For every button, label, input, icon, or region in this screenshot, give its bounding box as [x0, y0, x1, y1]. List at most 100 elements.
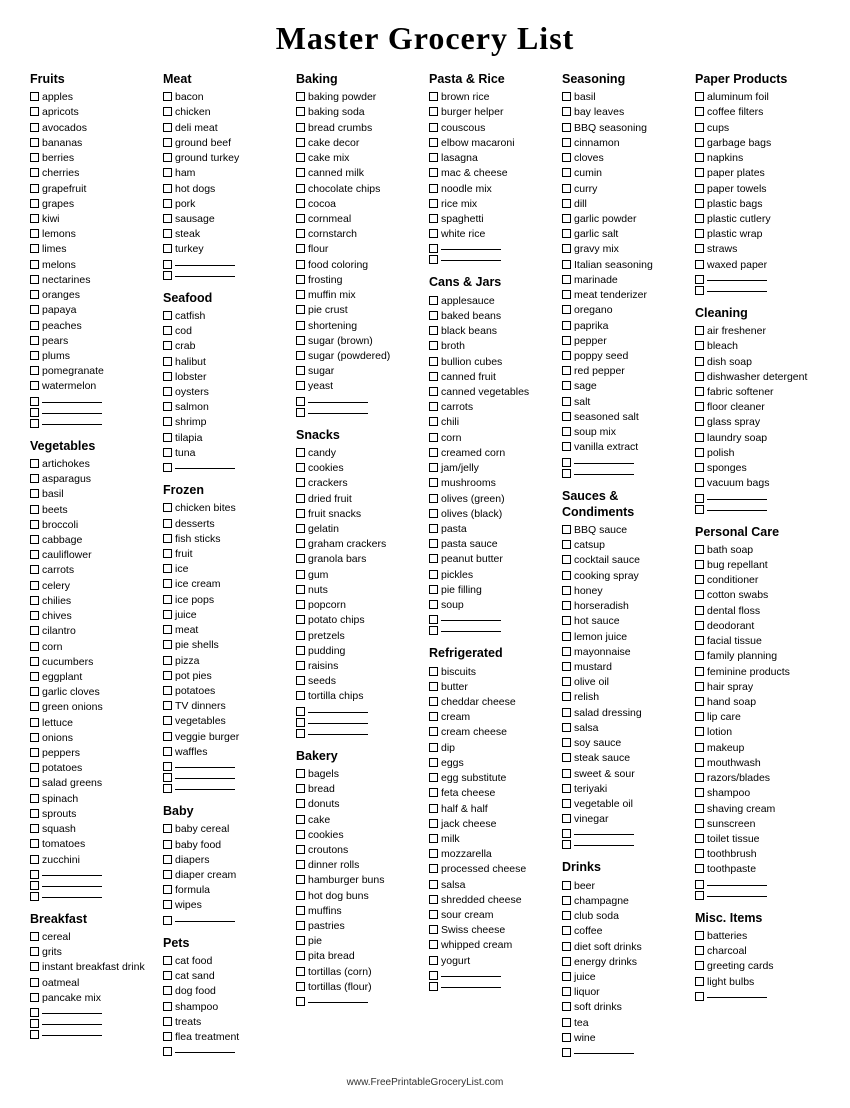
checkbox[interactable] — [30, 489, 39, 498]
list-item[interactable]: baked beans — [429, 309, 554, 324]
checkbox[interactable] — [296, 509, 305, 518]
list-item[interactable]: garlic powder — [562, 212, 687, 227]
checkbox[interactable] — [30, 138, 39, 147]
list-item[interactable]: plastic cutlery — [695, 212, 820, 227]
list-item[interactable]: pork — [163, 197, 288, 212]
checkbox[interactable] — [562, 199, 571, 208]
checkbox[interactable] — [562, 987, 571, 996]
checkbox[interactable] — [163, 107, 172, 116]
checkbox[interactable] — [30, 657, 39, 666]
list-item[interactable]: air freshener — [695, 324, 820, 339]
checkbox[interactable] — [296, 321, 305, 330]
checkbox[interactable] — [562, 677, 571, 686]
checkbox[interactable] — [562, 397, 571, 406]
list-item[interactable]: yeast — [296, 379, 421, 394]
checkbox[interactable] — [163, 153, 172, 162]
list-item[interactable]: burger helper — [429, 105, 554, 120]
list-item[interactable]: broth — [429, 339, 554, 354]
list-item[interactable]: cabbage — [30, 533, 155, 548]
checkbox[interactable] — [163, 244, 172, 253]
list-item[interactable]: elbow macaroni — [429, 136, 554, 151]
blank-checkbox[interactable] — [695, 992, 704, 1001]
list-item[interactable]: ground beef — [163, 136, 288, 151]
list-item[interactable]: hot dog buns — [296, 889, 421, 904]
list-item[interactable]: wipes — [163, 898, 288, 913]
list-item[interactable]: pudding — [296, 644, 421, 659]
checkbox[interactable] — [429, 712, 438, 721]
checkbox[interactable] — [695, 448, 704, 457]
list-item[interactable]: sprouts — [30, 807, 155, 822]
checkbox[interactable] — [429, 311, 438, 320]
list-item[interactable]: batteries — [695, 929, 820, 944]
checkbox[interactable] — [562, 814, 571, 823]
blank-checkbox[interactable] — [562, 458, 571, 467]
checkbox[interactable] — [296, 860, 305, 869]
blank-checkbox[interactable] — [296, 729, 305, 738]
checkbox[interactable] — [30, 366, 39, 375]
list-item[interactable]: mozzarella — [429, 847, 554, 862]
list-item[interactable]: cilantro — [30, 624, 155, 639]
list-item[interactable]: paper towels — [695, 182, 820, 197]
list-item[interactable]: oranges — [30, 288, 155, 303]
checkbox[interactable] — [429, 372, 438, 381]
blank-checkbox[interactable] — [695, 880, 704, 889]
checkbox[interactable] — [30, 459, 39, 468]
checkbox[interactable] — [296, 891, 305, 900]
list-item[interactable]: celery — [30, 579, 155, 594]
list-item[interactable]: feta cheese — [429, 786, 554, 801]
checkbox[interactable] — [163, 716, 172, 725]
list-item[interactable]: kiwi — [30, 212, 155, 227]
list-item[interactable]: cooking spray — [562, 569, 687, 584]
checkbox[interactable] — [30, 260, 39, 269]
checkbox[interactable] — [429, 229, 438, 238]
checkbox[interactable] — [30, 107, 39, 116]
list-item[interactable]: chocolate chips — [296, 182, 421, 197]
checkbox[interactable] — [429, 357, 438, 366]
blank-checkbox[interactable] — [296, 707, 305, 716]
checkbox[interactable] — [296, 600, 305, 609]
checkbox[interactable] — [30, 978, 39, 987]
list-item[interactable]: desserts — [163, 517, 288, 532]
checkbox[interactable] — [296, 92, 305, 101]
list-item[interactable]: mayonnaise — [562, 645, 687, 660]
checkbox[interactable] — [30, 794, 39, 803]
checkbox[interactable] — [562, 799, 571, 808]
checkbox[interactable] — [562, 351, 571, 360]
checkbox[interactable] — [30, 809, 39, 818]
checkbox[interactable] — [163, 549, 172, 558]
checkbox[interactable] — [296, 478, 305, 487]
checkbox[interactable] — [429, 448, 438, 457]
checkbox[interactable] — [562, 184, 571, 193]
list-item[interactable]: waxed paper — [695, 258, 820, 273]
blank-checkbox[interactable] — [163, 916, 172, 925]
list-item[interactable]: olives (black) — [429, 507, 554, 522]
blank-checkbox[interactable] — [695, 494, 704, 503]
list-item[interactable]: pot pies — [163, 669, 288, 684]
list-item[interactable]: baby cereal — [163, 822, 288, 837]
list-item[interactable]: catfish — [163, 309, 288, 324]
blank-checkbox[interactable] — [562, 829, 571, 838]
blank-checkbox[interactable] — [30, 1008, 39, 1017]
blank-checkbox[interactable] — [163, 773, 172, 782]
list-item[interactable]: green onions — [30, 700, 155, 715]
checkbox[interactable] — [30, 947, 39, 956]
checkbox[interactable] — [163, 564, 172, 573]
list-item[interactable]: tilapia — [163, 431, 288, 446]
checkbox[interactable] — [562, 305, 571, 314]
list-item[interactable]: pasta sauce — [429, 537, 554, 552]
checkbox[interactable] — [562, 153, 571, 162]
checkbox[interactable] — [30, 642, 39, 651]
list-item[interactable]: seasoned salt — [562, 410, 687, 425]
checkbox[interactable] — [30, 748, 39, 757]
checkbox[interactable] — [429, 834, 438, 843]
checkbox[interactable] — [429, 153, 438, 162]
checkbox[interactable] — [429, 773, 438, 782]
checkbox[interactable] — [163, 433, 172, 442]
checkbox[interactable] — [429, 107, 438, 116]
checkbox[interactable] — [562, 107, 571, 116]
checkbox[interactable] — [695, 819, 704, 828]
checkbox[interactable] — [163, 640, 172, 649]
checkbox[interactable] — [695, 682, 704, 691]
checkbox[interactable] — [30, 672, 39, 681]
checkbox[interactable] — [30, 275, 39, 284]
